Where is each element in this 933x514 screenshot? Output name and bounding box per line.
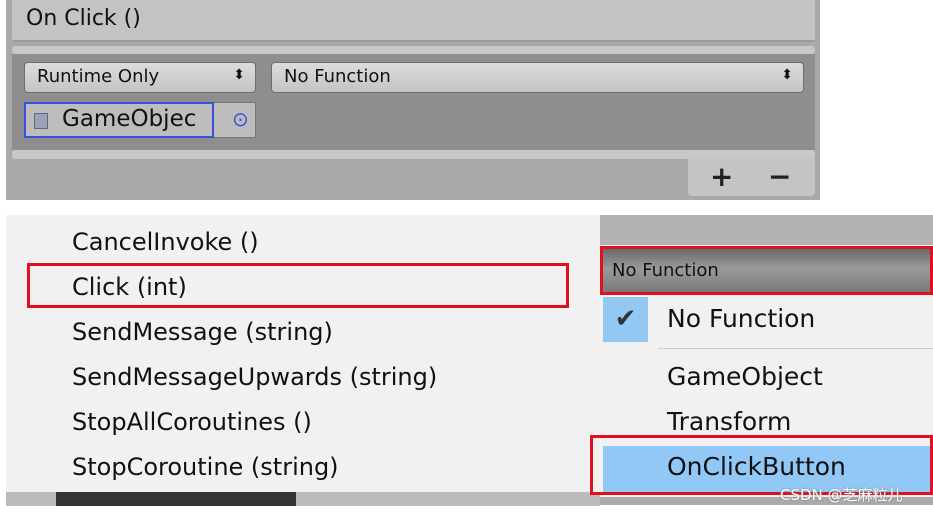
- annotation-box: [27, 263, 569, 308]
- gameobject-icon: [34, 113, 48, 129]
- object-name: GameObjec: [62, 106, 197, 132]
- function-dropdown[interactable]: No Function ⬍: [271, 62, 804, 93]
- checkmark-icon: ✔: [603, 297, 648, 342]
- updown-arrow-icon: ⬍: [781, 67, 793, 83]
- scrollbar-thumb[interactable]: [56, 492, 296, 506]
- menu-item[interactable]: CancelInvoke (): [72, 228, 259, 256]
- add-remove-footer: + −: [688, 158, 815, 196]
- menu-item[interactable]: Transform: [667, 407, 791, 436]
- menu-item[interactable]: GameObject: [667, 362, 823, 391]
- event-title: On Click (): [12, 0, 815, 42]
- separator: [658, 348, 933, 349]
- runtime-dropdown[interactable]: Runtime Only ⬍: [24, 62, 256, 93]
- method-menu: CancelInvoke () Click (int) SendMessage …: [6, 215, 600, 505]
- function-label: No Function: [284, 66, 391, 87]
- object-field-value[interactable]: GameObjec: [24, 102, 214, 138]
- divider: [12, 46, 815, 54]
- divider: [600, 215, 933, 245]
- menu-item[interactable]: SendMessageUpwards (string): [72, 363, 437, 391]
- menu-item[interactable]: StopAllCoroutines (): [72, 408, 312, 436]
- menu-item[interactable]: StopCoroutine (string): [72, 453, 339, 481]
- watermark: CSDN @芝麻粒儿: [780, 486, 903, 504]
- scrollbar[interactable]: [6, 492, 600, 506]
- remove-button[interactable]: −: [768, 160, 791, 193]
- menu-item[interactable]: SendMessage (string): [72, 318, 333, 346]
- menu-item[interactable]: No Function: [667, 304, 815, 333]
- add-button[interactable]: +: [710, 160, 733, 193]
- function-menu-header[interactable]: No Function: [600, 246, 933, 295]
- runtime-label: Runtime Only: [37, 66, 160, 87]
- updown-arrow-icon: ⬍: [233, 67, 245, 83]
- object-picker-icon[interactable]: ⊙: [232, 107, 249, 131]
